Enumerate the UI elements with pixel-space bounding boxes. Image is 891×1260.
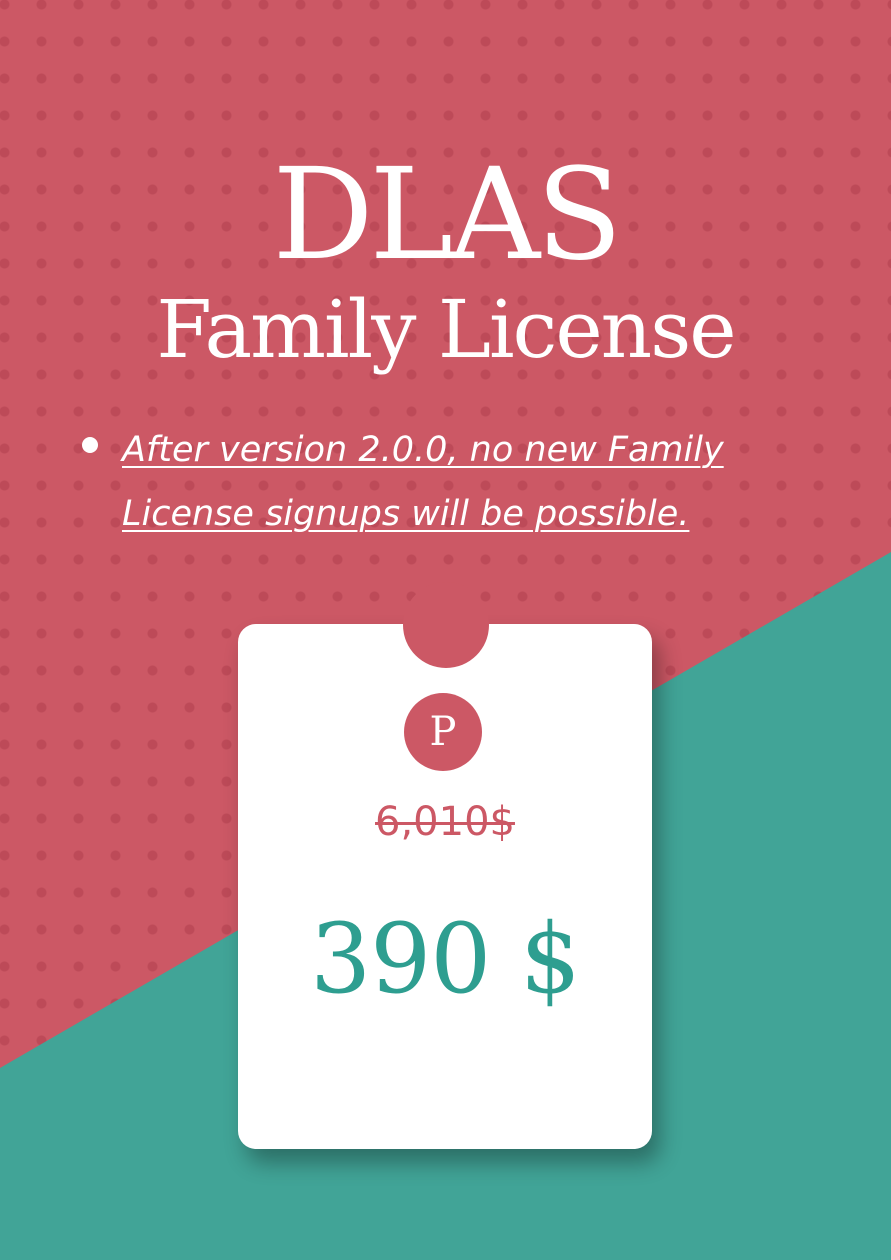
pricing-card: P 6,010$ 390 $ [238,624,652,1149]
current-price: 390 $ [310,903,581,1015]
card-notch [403,582,489,668]
notice-item[interactable]: After version 2.0.0, no new Family Licen… [82,418,802,546]
page-subtitle: Family License [156,283,736,376]
notice-text: After version 2.0.0, no new Family Licen… [122,430,724,534]
notice-list: After version 2.0.0, no new Family Licen… [82,418,802,546]
original-price: 6,010$ [375,799,515,845]
page-title: DLAS [272,141,622,288]
p-badge-icon: P [404,693,482,771]
bullet-dot-icon [82,437,98,453]
